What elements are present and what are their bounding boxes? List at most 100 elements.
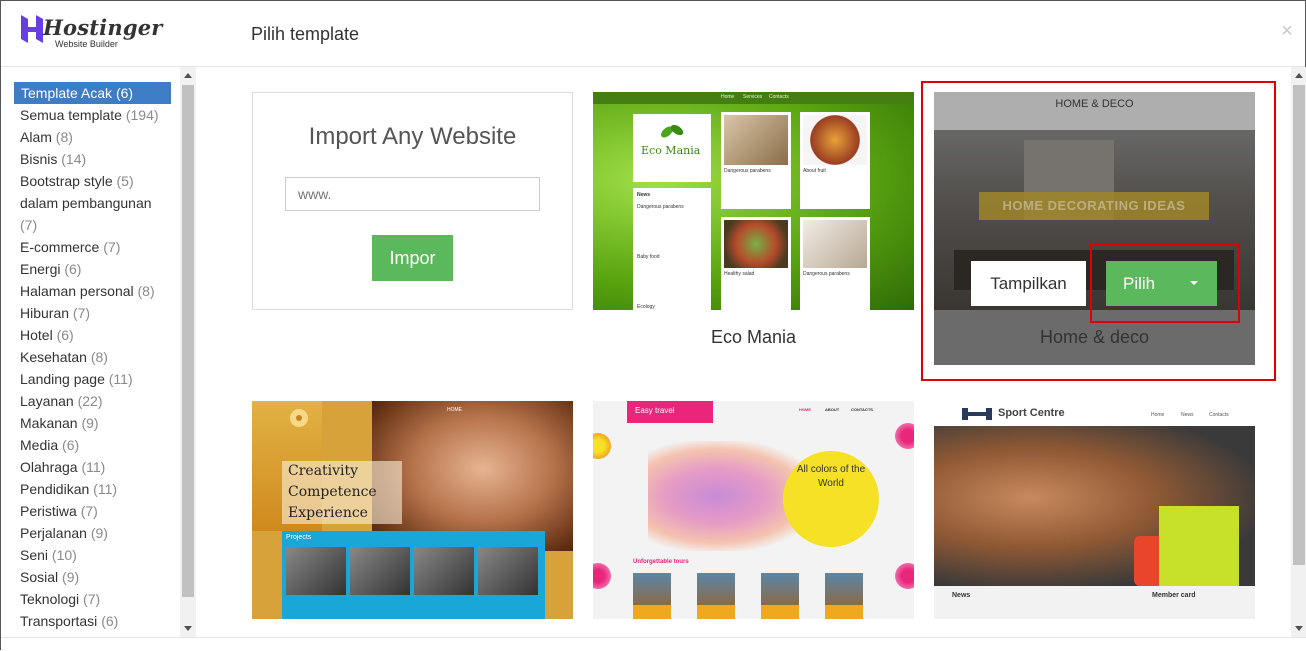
sport-nav-item: News — [1181, 412, 1194, 418]
eco-card: Healthy salad — [721, 217, 791, 310]
category-item[interactable]: dalam pembangunan (7) — [13, 192, 183, 236]
travel-nav-item: CONTACTS — [851, 407, 873, 412]
crea-quote: Creativity Competence Experience — [282, 461, 402, 524]
scroll-down-icon[interactable] — [184, 626, 192, 631]
template-thumbnail-easy-travel[interactable]: Easy travel HOME ABOUT CONTACTS All colo… — [593, 401, 914, 619]
category-item[interactable]: Sosial (9) — [13, 566, 183, 588]
category-count: (10) — [51, 547, 77, 563]
eco-card-image — [803, 115, 867, 165]
category-label: Olahraga — [20, 459, 78, 475]
category-item[interactable]: E-commerce (7) — [13, 236, 183, 258]
travel-brand-bar: Easy travel — [627, 401, 713, 423]
category-item[interactable]: Makanan (9) — [13, 412, 183, 434]
eco-nav: Home Services Contacts — [593, 92, 914, 104]
category-count: (194) — [125, 107, 159, 123]
travel-tours-heading: Unforgettable tours — [633, 559, 689, 565]
category-label: Alam — [20, 129, 52, 145]
category-item[interactable]: Teknologi (7) — [13, 588, 183, 610]
eco-logo: Eco Mania — [633, 114, 711, 182]
hostinger-h-icon — [21, 15, 43, 43]
category-item[interactable]: Energi (6) — [13, 258, 183, 280]
leaf-icon — [661, 124, 684, 138]
category-item[interactable]: Alam (8) — [13, 126, 183, 148]
category-item[interactable]: Olahraga (11) — [13, 456, 183, 478]
category-item[interactable]: Hotel (6) — [13, 324, 183, 346]
category-label: Makanan — [20, 415, 78, 431]
scroll-up-icon[interactable] — [1295, 73, 1303, 78]
category-label: Peristiwa — [20, 503, 77, 519]
import-button[interactable]: Impor — [372, 235, 453, 281]
eco-card-image — [724, 220, 788, 268]
category-count: (6) — [64, 261, 82, 277]
sport-footer-strip: News Member card — [934, 586, 1255, 619]
template-thumbnail-eco-mania[interactable]: Home Services Contacts Eco Mania News Da… — [593, 92, 914, 310]
category-item[interactable]: Semua template (194) — [13, 104, 183, 126]
category-item[interactable]: Landing page (11) — [13, 368, 183, 390]
import-title: Import Any Website — [308, 123, 517, 150]
eco-sidebar: News Dangerous parabens Baby food Ecolog… — [633, 188, 711, 310]
category-count: (9) — [81, 415, 99, 431]
scroll-up-icon[interactable] — [184, 73, 192, 78]
eco-side-item: Dangerous parabens — [637, 204, 684, 210]
dumbbell-icon — [962, 408, 992, 420]
category-item[interactable]: Peristiwa (7) — [13, 500, 183, 522]
category-count: (6) — [115, 85, 134, 101]
url-input[interactable] — [285, 177, 540, 211]
category-item[interactable]: Template Acak (6) — [14, 82, 171, 104]
eco-nav-item: Home — [721, 94, 735, 100]
sport-member-heading: Member card — [1152, 592, 1196, 599]
close-icon[interactable]: × — [1277, 21, 1297, 41]
sport-nav-item: Contacts — [1209, 412, 1229, 418]
category-scrollbar[interactable] — [180, 67, 196, 637]
category-item[interactable]: Pendidikan (11) — [13, 478, 183, 500]
category-label: Seni — [20, 547, 49, 563]
category-item[interactable]: Bootstrap style (5) — [13, 170, 183, 192]
category-label: Landing page — [20, 371, 105, 387]
tour-image — [633, 573, 671, 619]
category-item[interactable]: Kesehatan (8) — [13, 346, 183, 368]
eco-side-item: Baby food — [637, 254, 660, 260]
category-label: Transportasi — [20, 613, 98, 629]
category-item[interactable]: Perjalanan (9) — [13, 522, 183, 544]
category-count: (11) — [108, 371, 133, 387]
category-item[interactable]: Hiburan (7) — [13, 302, 183, 324]
category-count: (7) — [83, 591, 101, 607]
category-label: Template Acak — [21, 85, 113, 101]
flower-decoration — [593, 561, 613, 591]
scroll-down-icon[interactable] — [1295, 626, 1303, 631]
crea-projects-label: Projects — [286, 534, 312, 541]
category-count: (6) — [62, 437, 80, 453]
category-count: (11) — [81, 459, 106, 475]
scrollbar-thumb[interactable] — [1293, 85, 1305, 565]
scrollbar-thumb[interactable] — [182, 85, 194, 597]
brand-subtitle: Website Builder — [55, 39, 118, 49]
category-item[interactable]: Media (6) — [13, 434, 183, 456]
category-count: (11) — [93, 481, 118, 497]
category-label: Bootstrap style — [20, 173, 113, 189]
category-label: Sosial — [20, 569, 59, 585]
main-scrollbar[interactable] — [1291, 67, 1306, 637]
category-count: (8) — [90, 349, 108, 365]
eco-nav-item: Contacts — [769, 94, 789, 100]
category-item[interactable]: Transportasi (6) — [13, 610, 183, 632]
tour-image — [697, 573, 735, 619]
hostinger-logo: Hostinger Website Builder — [19, 13, 162, 53]
category-item[interactable]: Bisnis (14) — [13, 148, 183, 170]
category-item[interactable]: Seni (10) — [13, 544, 183, 566]
category-label: Halaman personal — [20, 283, 134, 299]
sport-news-heading: News — [952, 592, 971, 599]
brand-name: Hostinger — [43, 15, 163, 40]
sport-hero-photo — [934, 426, 1255, 586]
category-label: Bisnis — [20, 151, 58, 167]
template-thumbnail-sport-centre[interactable]: Sport Centre Home News Contacts News Mem… — [934, 401, 1255, 619]
eco-card-image — [803, 220, 867, 268]
tour-image — [761, 573, 799, 619]
category-count: (7) — [80, 503, 98, 519]
category-count: (9) — [62, 569, 80, 585]
eco-card: Dangerous parabens — [800, 217, 870, 310]
crea-hero-photo — [372, 401, 573, 551]
template-thumbnail-creativity[interactable]: HOME Creativity Competence Experience Pr… — [252, 401, 573, 619]
category-item[interactable]: Layanan (22) — [13, 390, 183, 412]
category-label: Hotel — [20, 327, 53, 343]
category-item[interactable]: Halaman personal (8) — [13, 280, 183, 302]
